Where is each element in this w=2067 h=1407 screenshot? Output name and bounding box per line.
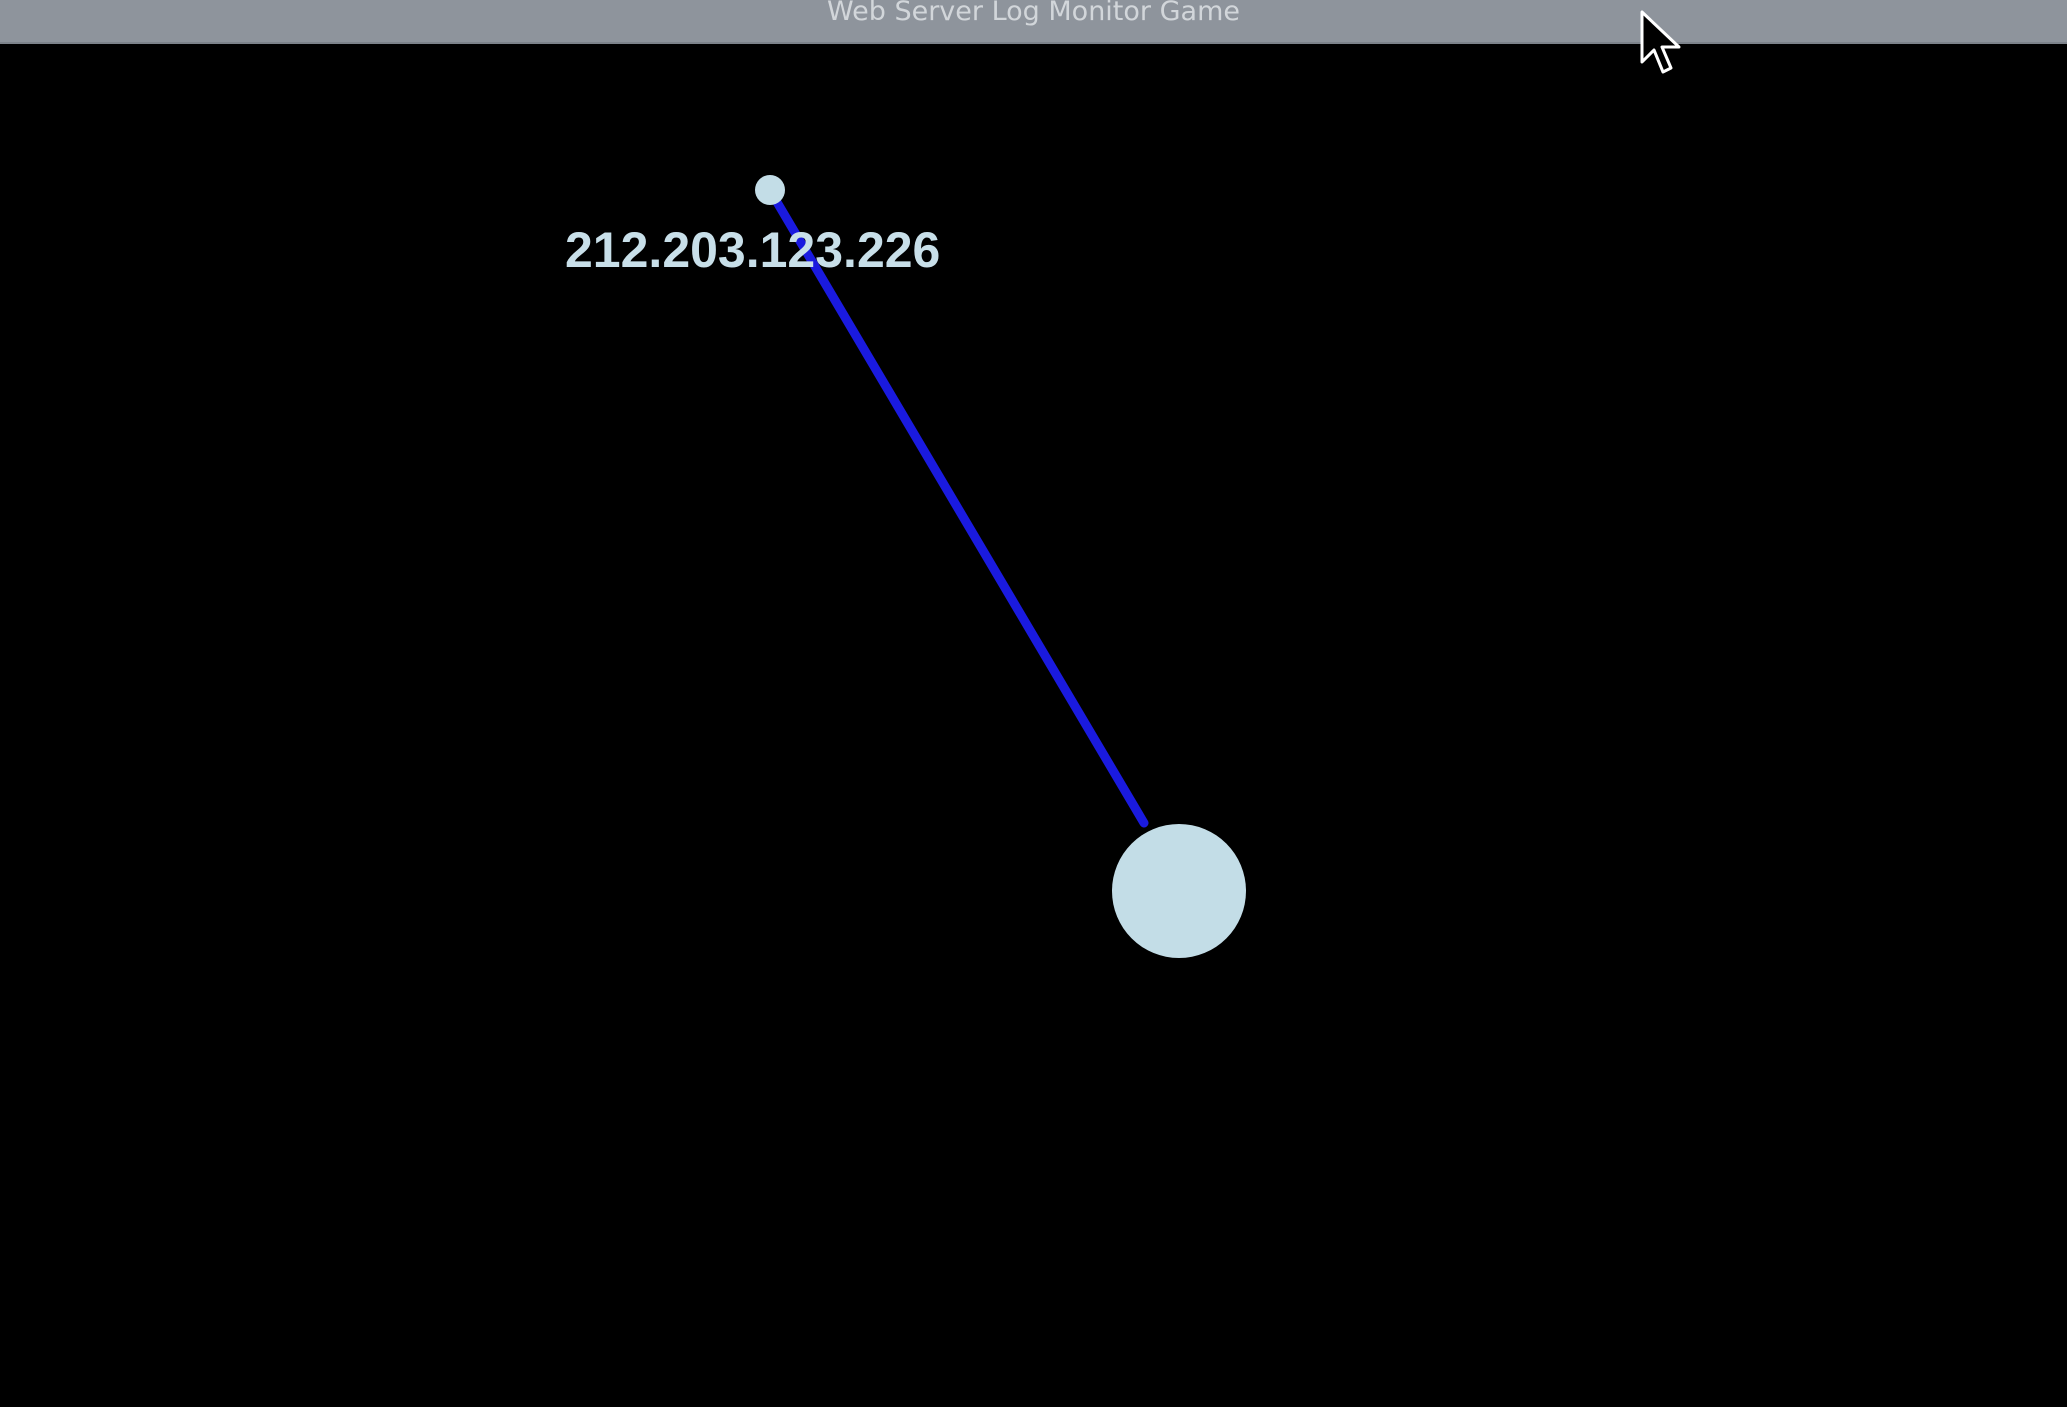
client-node[interactable]: [755, 175, 785, 205]
mouse-pointer-icon: [1640, 10, 1681, 74]
client-ip-label: 212.203.123.226: [565, 222, 941, 278]
connection-line: [766, 187, 1149, 828]
app-window: Web Server Log Monitor Game 212.203.123.…: [0, 0, 2067, 1407]
server-node[interactable]: [1112, 824, 1246, 958]
network-scene: [755, 175, 1246, 958]
